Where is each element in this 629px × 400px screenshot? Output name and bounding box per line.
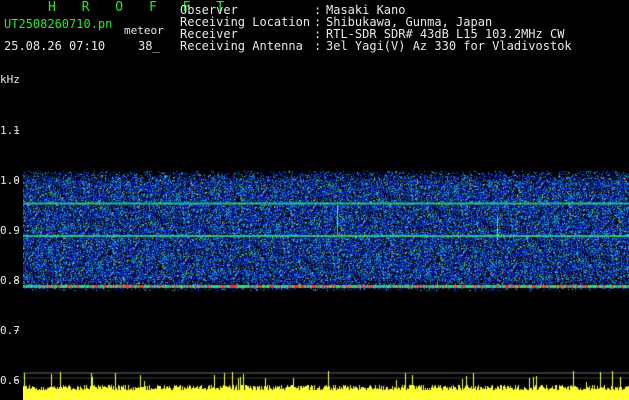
y-tick: [14, 130, 19, 131]
spectrogram-canvas: [23, 78, 629, 400]
meta-value-antenna: 3el Yagi(V) Az 330 for Vladivostok: [326, 39, 572, 53]
spectrogram-screen: H R O F F T UT2508260710.pn meteor 25.08…: [0, 0, 629, 400]
y-tick-label: 0.8: [0, 274, 20, 287]
y-tick: [14, 280, 19, 281]
y-tick: [14, 330, 19, 331]
counter: 38_: [138, 39, 160, 53]
y-tick-label: 0.7: [0, 324, 20, 337]
y-tick: [14, 180, 19, 181]
mode-label: meteor: [124, 24, 164, 37]
y-tick: [14, 230, 19, 231]
meta-label-antenna: Receiving Antenna: [180, 39, 303, 53]
timestamp: 25.08.26 07:10: [4, 39, 106, 53]
y-tick-label: 1.1: [0, 124, 20, 137]
y-tick-label: 1.0: [0, 174, 20, 187]
y-tick: [14, 380, 19, 381]
y-tick-label: 0.9: [0, 224, 20, 237]
y-axis-unit: kHz: [0, 73, 20, 86]
y-tick-label: 0.6: [0, 374, 20, 387]
spectrogram-plot: [23, 78, 629, 400]
meta-sep: :: [314, 39, 322, 53]
file-name: UT2508260710.pn: [4, 17, 113, 31]
